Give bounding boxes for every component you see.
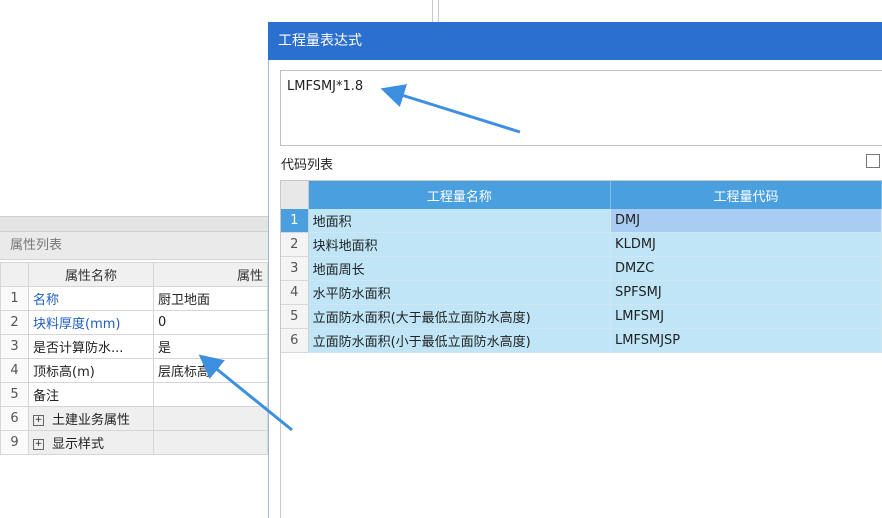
- arrow-to-waterproof-value: [198, 354, 293, 432]
- arrow-to-expression: [380, 84, 521, 134]
- annotation-arrows: [198, 84, 521, 432]
